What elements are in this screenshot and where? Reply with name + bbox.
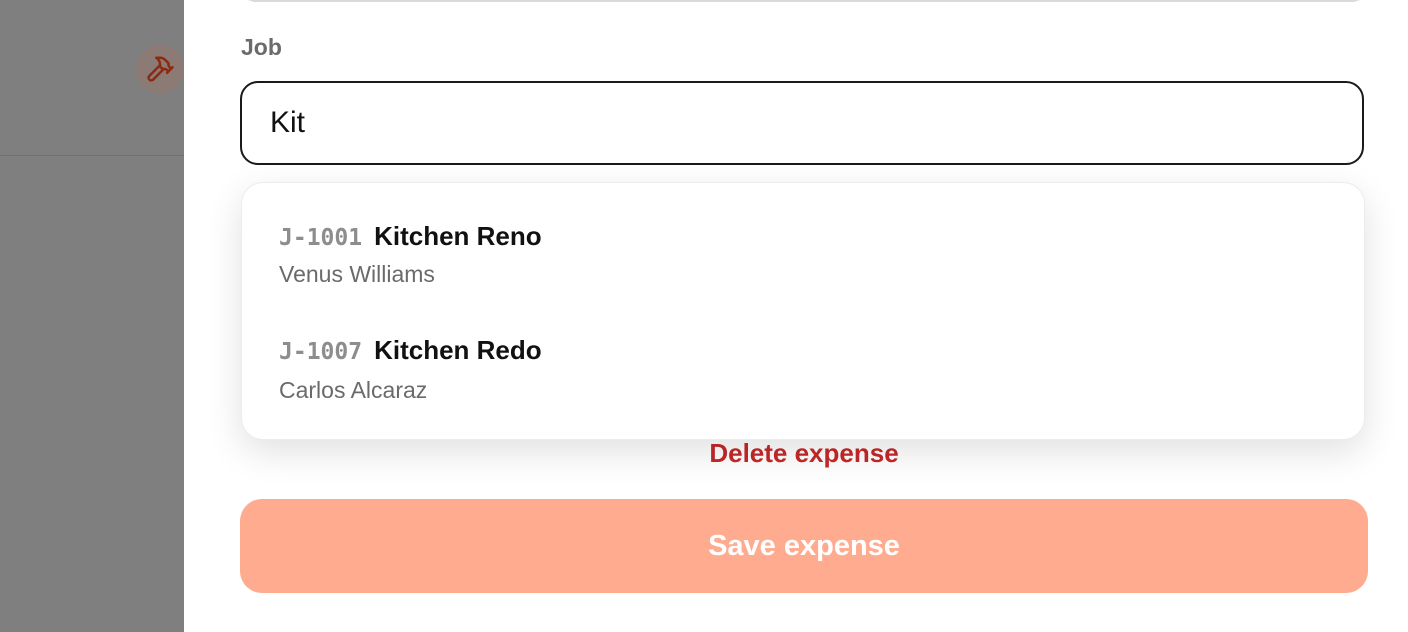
job-option-title: J-1007 Kitchen Redo	[279, 335, 542, 366]
job-option-title: J-1001 Kitchen Reno	[279, 221, 542, 252]
job-suggestions-dropdown: J-1001 Kitchen Reno Venus Williams J-100…	[241, 182, 1365, 440]
job-search-input[interactable]	[240, 81, 1364, 165]
expense-form-panel: Job J-1001 Kitchen Reno Venus Williams J…	[184, 0, 1408, 632]
job-code: J-1007	[279, 339, 363, 365]
job-client: Venus Williams	[279, 261, 435, 287]
job-option-j-1001[interactable]: J-1001 Kitchen Reno Venus Williams	[242, 183, 1364, 299]
job-option-j-1007[interactable]: J-1007 Kitchen Redo Carlos Alcaraz	[242, 299, 1364, 415]
job-name: Kitchen Reno	[374, 221, 542, 251]
save-expense-button[interactable]: Save expense	[240, 499, 1368, 593]
job-name: Kitchen Redo	[374, 335, 542, 365]
previous-field[interactable]	[240, 0, 1368, 2]
delete-expense-button[interactable]: Delete expense	[184, 438, 1408, 469]
job-avatar	[136, 45, 184, 93]
job-client: Carlos Alcaraz	[279, 377, 428, 403]
backdrop-divider	[0, 155, 184, 156]
modal-backdrop[interactable]	[0, 0, 184, 632]
job-label: Job	[241, 34, 282, 60]
hammer-icon	[147, 56, 174, 82]
job-code: J-1001	[279, 225, 363, 251]
